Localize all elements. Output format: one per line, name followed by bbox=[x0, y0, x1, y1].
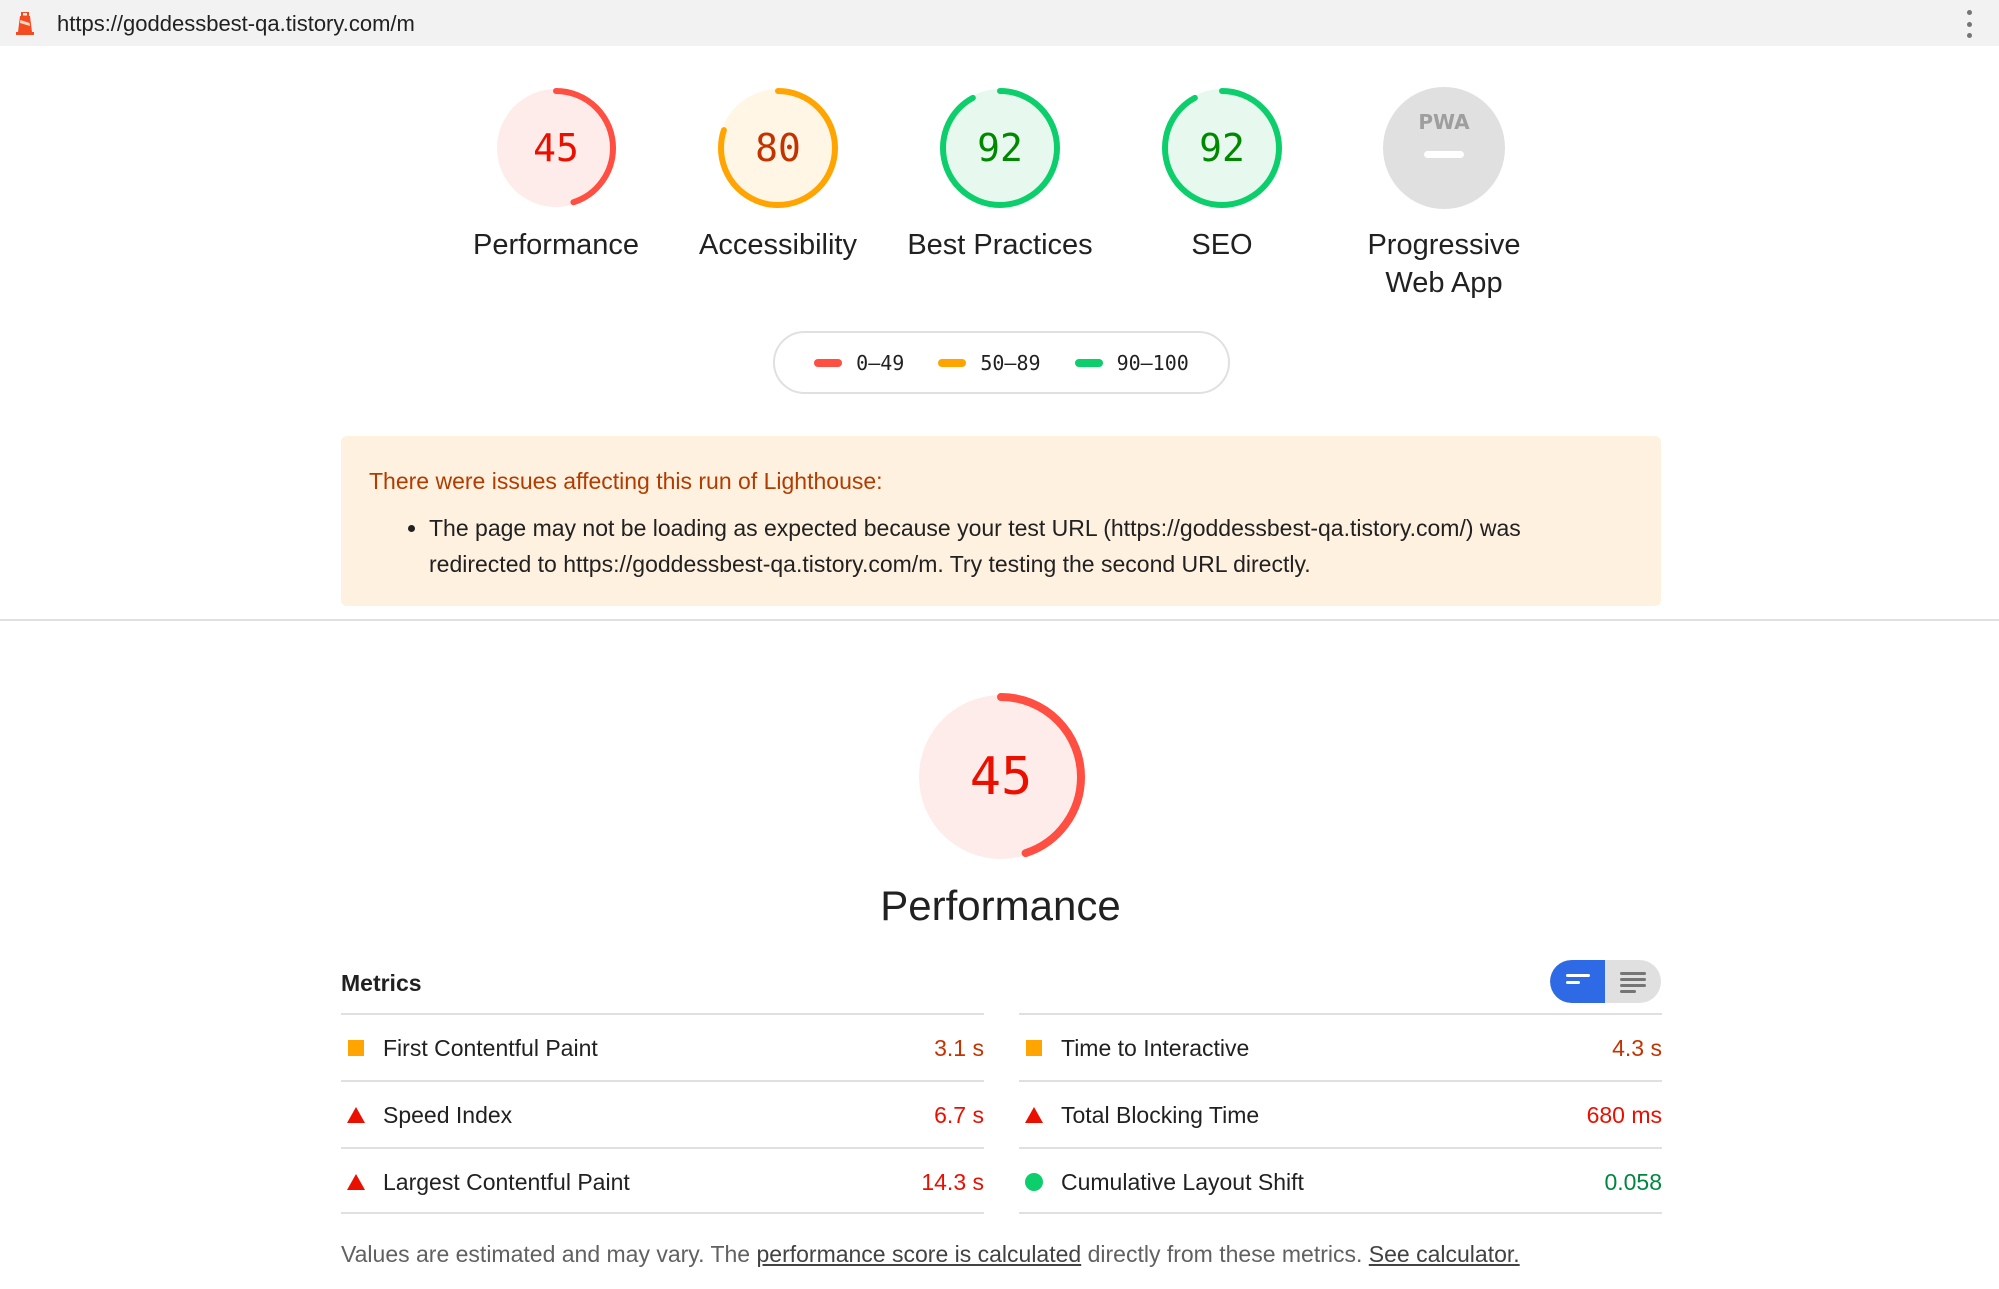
run-warnings: There were issues affecting this run of … bbox=[341, 436, 1661, 606]
average-square-icon bbox=[1026, 1040, 1042, 1056]
url-bar: https://goddessbest-qa.tistory.com/m bbox=[0, 0, 1999, 46]
score-gauges: 45 Performance 80 Accessibility 92 Best … bbox=[0, 86, 1999, 306]
performance-score: 45 bbox=[969, 747, 1033, 807]
lighthouse-icon bbox=[16, 12, 34, 35]
metric-value: 6.7 s bbox=[934, 1102, 984, 1128]
metric-value: 0.058 bbox=[1604, 1169, 1662, 1195]
compact-view-button[interactable] bbox=[1550, 960, 1605, 1003]
gauge-best-practices[interactable]: 92 Best Practices bbox=[900, 86, 1100, 264]
gauge-label: Accessibility bbox=[699, 229, 857, 261]
gauge-accessibility[interactable]: 80 Accessibility bbox=[678, 86, 878, 264]
metrics-column-right: Time to Interactive 4.3 s Total Blocking… bbox=[1019, 1013, 1662, 1214]
gauge-score: 45 bbox=[533, 126, 579, 170]
performance-gauge: 45 bbox=[916, 692, 1086, 862]
score-legend: 0–49 50–89 90–100 bbox=[773, 331, 1230, 394]
fail-triangle-icon bbox=[347, 1174, 365, 1190]
fail-triangle-icon bbox=[347, 1107, 365, 1123]
gauge-pwa[interactable]: PWA Progressive Web App bbox=[1344, 86, 1544, 302]
warning-heading: There were issues affecting this run of … bbox=[369, 468, 883, 494]
metric-time-to-interactive: Time to Interactive 4.3 s bbox=[1019, 1013, 1662, 1080]
expanded-view-button[interactable] bbox=[1606, 960, 1661, 1003]
metric-value: 14.3 s bbox=[921, 1169, 984, 1195]
metric-value: 680 ms bbox=[1586, 1102, 1662, 1128]
gauge-score: 92 bbox=[977, 126, 1023, 170]
metric-total-blocking-time: Total Blocking Time 680 ms bbox=[1019, 1080, 1662, 1147]
metrics-heading: Metrics bbox=[341, 970, 422, 996]
average-square-icon bbox=[348, 1040, 364, 1056]
metric-cumulative-layout-shift: Cumulative Layout Shift 0.058 bbox=[1019, 1147, 1662, 1214]
metric-first-contentful-paint: First Contentful Paint 3.1 s bbox=[341, 1013, 984, 1080]
page-url[interactable]: https://goddessbest-qa.tistory.com/m bbox=[57, 11, 415, 37]
warning-list: The page may not be loading as expected … bbox=[429, 510, 1633, 582]
gauge-score: 80 bbox=[755, 126, 801, 170]
pass-circle-icon bbox=[1025, 1173, 1043, 1191]
legend-swatch bbox=[938, 358, 967, 367]
warning-item: The page may not be loading as expected … bbox=[429, 510, 1633, 582]
more-menu-icon[interactable] bbox=[1965, 10, 1973, 38]
metrics-footnote: Values are estimated and may vary. The p… bbox=[341, 1241, 1520, 1267]
metric-largest-contentful-paint: Largest Contentful Paint 14.3 s bbox=[341, 1147, 984, 1214]
metric-value: 4.3 s bbox=[1612, 1035, 1662, 1061]
gauge-label: Best Practices bbox=[907, 229, 1093, 261]
gauge-label: Progressive Web App bbox=[1367, 229, 1521, 299]
metrics-view-toggle[interactable] bbox=[1550, 960, 1661, 1003]
section-divider bbox=[0, 619, 1999, 621]
score-calculated-link[interactable]: performance score is calculated bbox=[756, 1241, 1081, 1267]
gauge-seo[interactable]: 92 SEO bbox=[1122, 86, 1322, 264]
gauge-score: 92 bbox=[1199, 126, 1245, 170]
metric-speed-index: Speed Index 6.7 s bbox=[341, 1080, 984, 1147]
legend-item-fail: 0–49 bbox=[814, 351, 904, 375]
legend-item-pass: 90–100 bbox=[1074, 351, 1189, 375]
legend-swatch bbox=[814, 358, 843, 367]
metric-value: 3.1 s bbox=[934, 1035, 984, 1061]
legend-swatch bbox=[1074, 358, 1103, 367]
legend-item-average: 50–89 bbox=[938, 351, 1041, 375]
expanded-view-icon bbox=[1620, 972, 1646, 997]
gauge-label: Performance bbox=[472, 229, 639, 261]
see-calculator-link[interactable]: See calculator. bbox=[1369, 1241, 1520, 1267]
gauge-label: SEO bbox=[1191, 229, 1253, 261]
performance-title: Performance bbox=[880, 882, 1121, 929]
fail-triangle-icon bbox=[1025, 1107, 1043, 1123]
gauge-performance[interactable]: 45 Performance bbox=[456, 86, 656, 264]
pwa-icon: PWA bbox=[1383, 87, 1505, 209]
metrics-column-left: First Contentful Paint 3.1 s Speed Index… bbox=[341, 1013, 984, 1214]
compact-view-icon bbox=[1566, 974, 1590, 988]
svg-text:PWA: PWA bbox=[1418, 110, 1470, 134]
